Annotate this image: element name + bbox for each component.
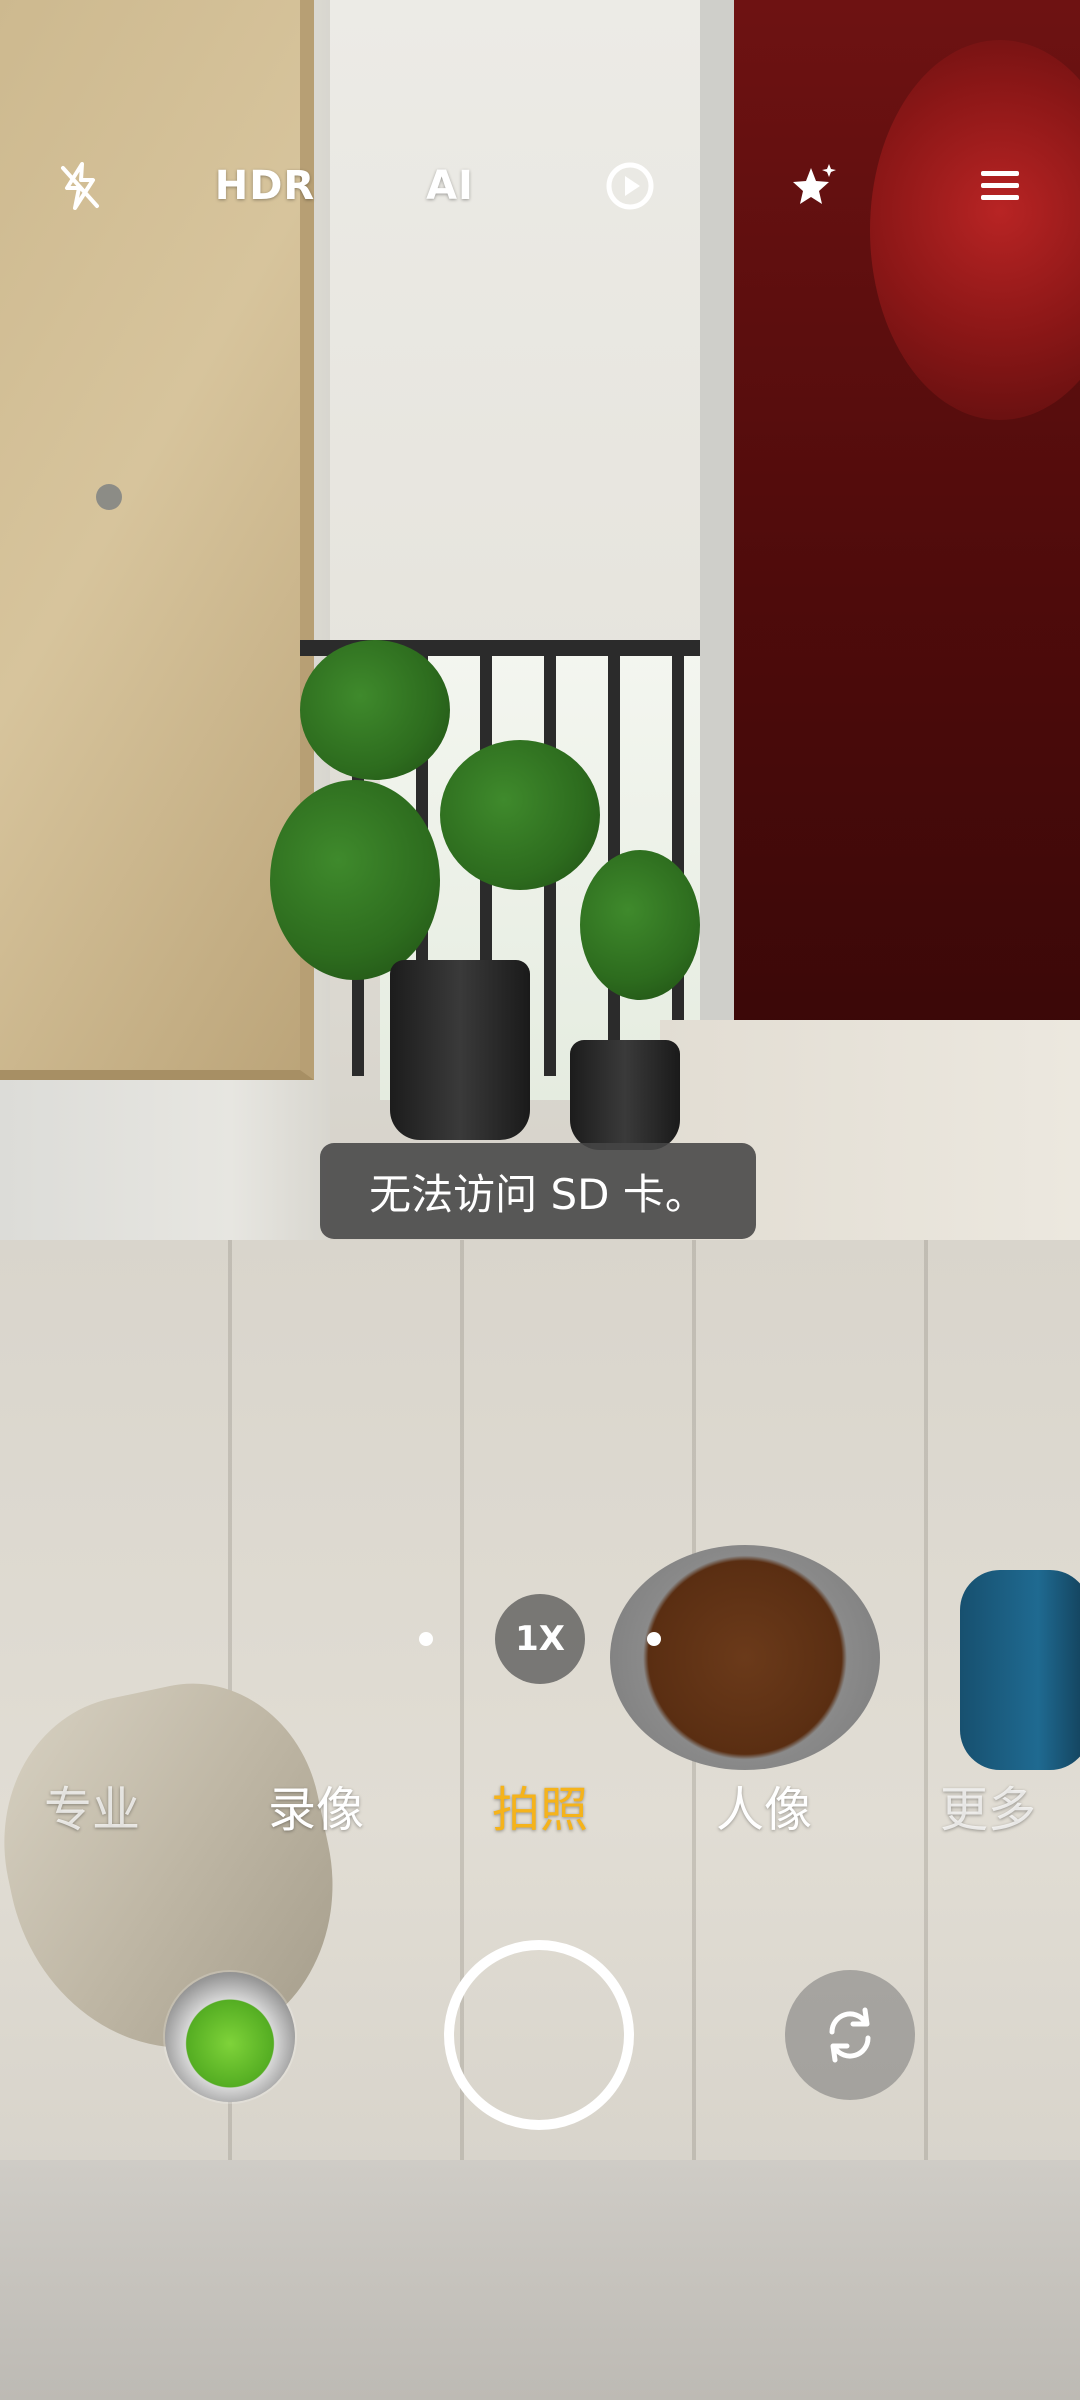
scene-plant-leaf — [440, 740, 600, 890]
scene-plant-pot — [390, 960, 530, 1140]
scene-plant-leaf — [300, 640, 450, 780]
mode-video[interactable]: 录像 — [236, 1770, 396, 1840]
toast-sd-card-error: 无法访问 SD 卡。 — [320, 1143, 756, 1239]
camera-top-bar: HDR AI — [0, 146, 1080, 226]
hamburger-menu-icon[interactable] — [960, 146, 1040, 226]
scene-plant-pot — [570, 1040, 680, 1150]
camera-bottom-controls — [0, 1940, 1080, 2140]
shutter-button[interactable] — [444, 1940, 634, 2130]
scene-door-lock — [96, 484, 122, 510]
gallery-thumbnail[interactable] — [165, 1972, 295, 2102]
live-photo-icon[interactable] — [590, 146, 670, 226]
scene-back-wall — [290, 0, 760, 690]
mode-more[interactable]: 更多 — [908, 1770, 1068, 1840]
magic-star-icon[interactable] — [775, 146, 855, 226]
ai-toggle[interactable]: AI — [400, 146, 500, 226]
zoom-dot-right[interactable] — [647, 1632, 661, 1646]
hdr-toggle[interactable]: HDR — [210, 146, 320, 226]
scene-plant-leaf — [580, 850, 700, 1000]
zoom-selector: 1X — [0, 1594, 1080, 1684]
scene-step-edge — [0, 2160, 1080, 2400]
mode-photo[interactable]: 拍照 — [460, 1770, 620, 1840]
mode-pro[interactable]: 专业 — [12, 1770, 172, 1840]
switch-camera-icon[interactable] — [785, 1970, 915, 2100]
flash-off-icon[interactable] — [40, 146, 120, 226]
camera-mode-selector: 专业 录像 拍照 人像 更多 — [0, 1770, 1080, 1840]
zoom-level-button[interactable]: 1X — [495, 1594, 585, 1684]
scene-plant-leaf — [270, 780, 440, 980]
zoom-dot-left[interactable] — [419, 1632, 433, 1646]
mode-portrait[interactable]: 人像 — [684, 1770, 844, 1840]
